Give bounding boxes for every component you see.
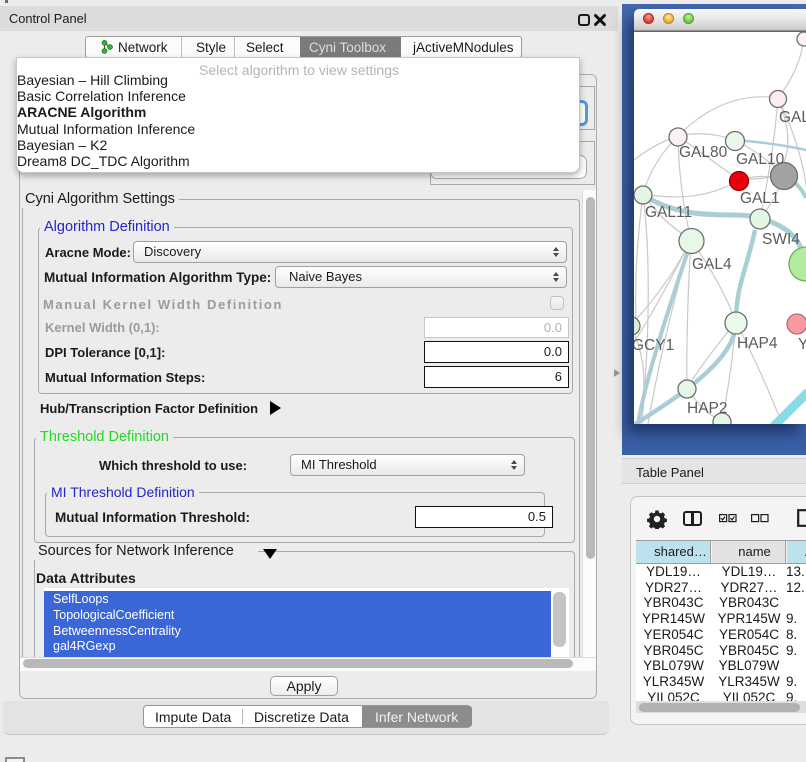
svg-text:GAL4: GAL4 [692, 256, 732, 273]
svg-text:GAL1: GAL1 [740, 190, 780, 207]
svg-text:SWI4: SWI4 [762, 231, 800, 248]
svg-text:GAL10: GAL10 [736, 151, 785, 168]
svg-text:HAP2: HAP2 [687, 400, 728, 417]
svg-text:HAP4: HAP4 [737, 335, 778, 352]
svg-text:GAL80: GAL80 [679, 144, 728, 161]
svg-text:GCY1: GCY1 [634, 337, 674, 354]
svg-text:Y: Y [798, 336, 806, 353]
svg-text:GAL7: GAL7 [779, 109, 806, 126]
svg-text:GAL11: GAL11 [645, 204, 692, 221]
